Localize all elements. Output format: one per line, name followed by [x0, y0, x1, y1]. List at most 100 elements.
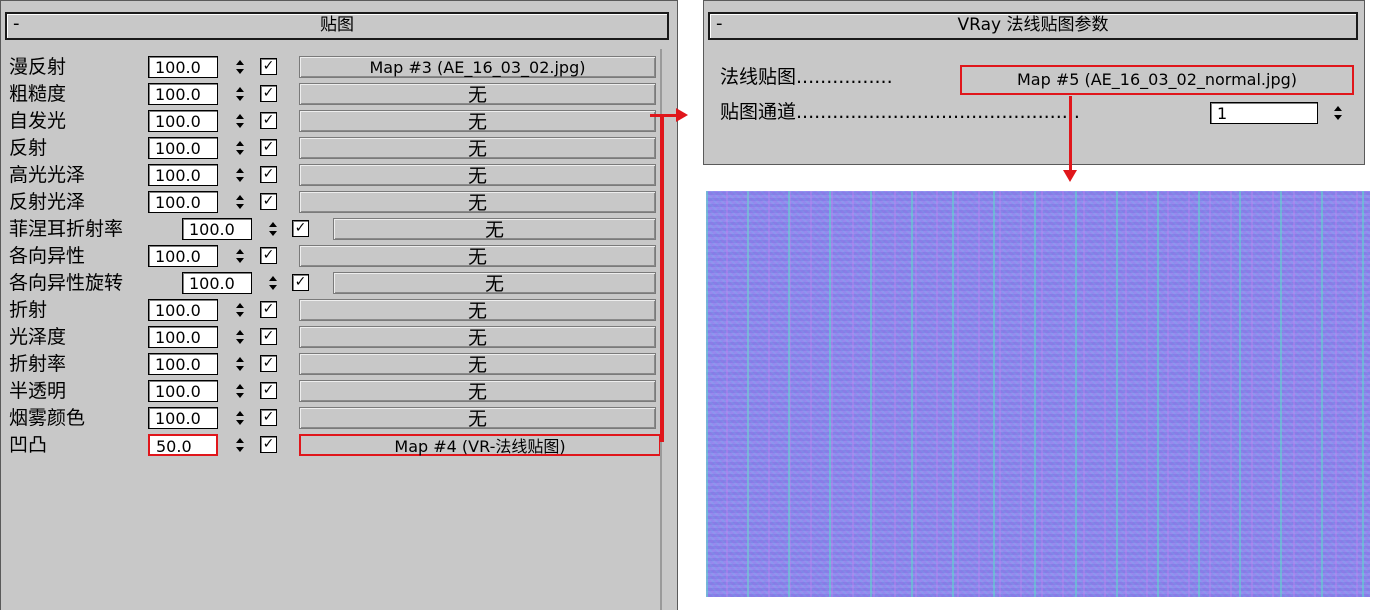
spinner-down-icon[interactable] — [269, 231, 277, 236]
map-button[interactable]: 无 — [299, 299, 656, 322]
amount-spinner[interactable] — [233, 56, 249, 78]
map-button[interactable]: 无 — [299, 380, 656, 403]
spinner-down-icon[interactable] — [236, 69, 244, 74]
spinner-down-icon[interactable] — [236, 420, 244, 425]
spinner-down-icon[interactable] — [1334, 115, 1342, 120]
spinner-up-icon[interactable] — [236, 330, 244, 335]
enable-checkbox[interactable]: ✓ — [260, 139, 277, 156]
amount-spinner[interactable] — [233, 434, 249, 456]
spinner-up-icon[interactable] — [236, 141, 244, 146]
spinner-up-icon[interactable] — [236, 438, 244, 443]
spinner-up-icon[interactable] — [236, 384, 244, 389]
amount-field[interactable]: 100.0 — [148, 380, 218, 402]
amount-field[interactable]: 100.0 — [148, 164, 218, 186]
bump-map-button[interactable]: Map #4 (VR-法线贴图) — [299, 434, 661, 456]
amount-spinner[interactable] — [233, 191, 249, 213]
map-button[interactable]: 无 — [299, 164, 656, 187]
map-button[interactable]: 无 — [299, 407, 656, 430]
spinner-down-icon[interactable] — [236, 150, 244, 155]
amount-field[interactable]: 100.0 — [148, 110, 218, 132]
enable-checkbox[interactable]: ✓ — [292, 220, 309, 237]
map-button[interactable]: 无 — [333, 218, 656, 241]
amount-field[interactable]: 100.0 — [148, 83, 218, 105]
amount-field[interactable]: 100.0 — [182, 218, 252, 240]
spinner-up-icon[interactable] — [236, 114, 244, 119]
spinner-down-icon[interactable] — [236, 177, 244, 182]
enable-checkbox[interactable]: ✓ — [260, 166, 277, 183]
map-button[interactable]: 无 — [299, 245, 656, 268]
spinner-down-icon[interactable] — [236, 393, 244, 398]
amount-field[interactable]: 100.0 — [148, 407, 218, 429]
normal-rollout-header[interactable]: - VRay 法线贴图参数 — [708, 12, 1358, 40]
amount-spinner[interactable] — [233, 137, 249, 159]
map-button[interactable]: 无 — [299, 83, 656, 106]
map-row-fog-color: 烟雾颜色 100.0 ✓ 无 — [1, 404, 671, 432]
enable-checkbox[interactable]: ✓ — [260, 355, 277, 372]
spinner-down-icon[interactable] — [236, 96, 244, 101]
connector-line-horizontal — [650, 114, 676, 117]
enable-checkbox[interactable]: ✓ — [260, 301, 277, 318]
map-button[interactable]: 无 — [299, 326, 656, 349]
amount-field[interactable]: 100.0 — [182, 272, 252, 294]
amount-field[interactable]: 100.0 — [148, 191, 218, 213]
maps-rollout-header[interactable]: - 贴图 — [5, 12, 669, 40]
spinner-down-icon[interactable] — [236, 366, 244, 371]
spinner-up-icon[interactable] — [269, 222, 277, 227]
amount-spinner[interactable] — [266, 218, 282, 240]
enable-checkbox[interactable]: ✓ — [260, 382, 277, 399]
spinner-up-icon[interactable] — [236, 411, 244, 416]
map-button[interactable]: 无 — [299, 110, 656, 133]
amount-spinner[interactable] — [233, 380, 249, 402]
map-button[interactable]: Map #3 (AE_16_03_02.jpg) — [299, 56, 656, 78]
spinner-down-icon[interactable] — [236, 123, 244, 128]
map-button-label: 无 — [484, 219, 504, 241]
channel-spinner[interactable] — [1331, 102, 1347, 124]
amount-spinner[interactable] — [233, 164, 249, 186]
spinner-up-icon[interactable] — [236, 357, 244, 362]
spinner-up-icon[interactable] — [236, 249, 244, 254]
amount-spinner[interactable] — [233, 245, 249, 267]
amount-spinner[interactable] — [233, 83, 249, 105]
amount-spinner[interactable] — [233, 407, 249, 429]
spinner-down-icon[interactable] — [269, 285, 277, 290]
enable-checkbox[interactable]: ✓ — [260, 247, 277, 264]
amount-spinner[interactable] — [266, 272, 282, 294]
spinner-up-icon[interactable] — [236, 195, 244, 200]
spinner-down-icon[interactable] — [236, 447, 244, 452]
amount-spinner[interactable] — [233, 353, 249, 375]
amount-field[interactable]: 100.0 — [148, 56, 218, 78]
map-channel-field[interactable]: 1 — [1210, 102, 1318, 124]
enable-checkbox[interactable]: ✓ — [260, 193, 277, 210]
spinner-up-icon[interactable] — [236, 60, 244, 65]
spinner-down-icon[interactable] — [236, 339, 244, 344]
spinner-down-icon[interactable] — [236, 204, 244, 209]
spinner-up-icon[interactable] — [236, 168, 244, 173]
enable-checkbox[interactable]: ✓ — [260, 58, 277, 75]
normal-map-button[interactable]: Map #5 (AE_16_03_02_normal.jpg) — [960, 65, 1354, 95]
spinner-up-icon[interactable] — [1334, 106, 1342, 111]
enable-checkbox[interactable]: ✓ — [260, 409, 277, 426]
amount-field[interactable]: 100.0 — [148, 299, 218, 321]
amount-field[interactable]: 100.0 — [148, 245, 218, 267]
amount-field[interactable]: 100.0 — [148, 137, 218, 159]
spinner-down-icon[interactable] — [236, 312, 244, 317]
enable-checkbox[interactable]: ✓ — [260, 328, 277, 345]
enable-checkbox[interactable]: ✓ — [292, 274, 309, 291]
spinner-up-icon[interactable] — [269, 276, 277, 281]
map-button[interactable]: 无 — [299, 191, 656, 214]
map-button[interactable]: 无 — [299, 137, 656, 160]
spinner-down-icon[interactable] — [236, 258, 244, 263]
amount-field[interactable]: 100.0 — [148, 353, 218, 375]
spinner-up-icon[interactable] — [236, 303, 244, 308]
spinner-up-icon[interactable] — [236, 87, 244, 92]
amount-field[interactable]: 100.0 — [148, 326, 218, 348]
map-button[interactable]: 无 — [333, 272, 656, 295]
amount-spinner[interactable] — [233, 299, 249, 321]
amount-spinner[interactable] — [233, 110, 249, 132]
map-button[interactable]: 无 — [299, 353, 656, 376]
enable-checkbox[interactable]: ✓ — [260, 85, 277, 102]
bump-amount-field[interactable]: 50.0 — [148, 434, 218, 456]
enable-checkbox[interactable]: ✓ — [260, 112, 277, 129]
enable-checkbox[interactable]: ✓ — [260, 436, 277, 453]
amount-spinner[interactable] — [233, 326, 249, 348]
